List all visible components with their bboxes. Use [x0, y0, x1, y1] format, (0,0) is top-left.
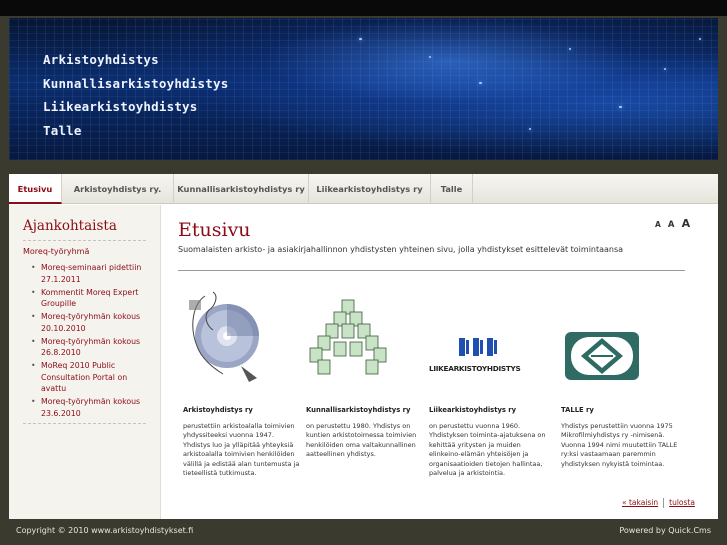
org-name: Liikearkistoyhdistys ry [429, 406, 517, 414]
banner-light [359, 38, 362, 40]
tab-liikearkistoyhdistys[interactable]: Liikearkistoyhdistys ry [309, 174, 431, 204]
org-description: on perustettu 1980. Yhdistys on kuntien … [306, 422, 417, 459]
news-item[interactable]: Moreq-työryhmän kokous 23.6.2010 [29, 396, 146, 419]
font-size-small-button[interactable]: A [655, 220, 661, 229]
banner-links: Arkistoyhdistys Kunnallisarkistoyhdistys… [43, 48, 228, 142]
banner-light [569, 48, 571, 50]
org-description: perustettiin arkistoalalla toimivien yhd… [183, 422, 300, 478]
org-column-talle: TALLE ry Yhdistys perustettiin vuonna 19… [561, 286, 679, 469]
page-lead: Suomalaisten arkisto- ja asiakirjahallin… [178, 245, 624, 254]
link-separator [663, 498, 665, 508]
news-item[interactable]: Moreq-seminaari pidettiin 27.1.2011 [29, 262, 146, 285]
cd-face-logo-icon[interactable] [183, 286, 301, 386]
tab-talle[interactable]: Talle [431, 174, 473, 204]
banner-light [479, 82, 482, 84]
font-size-controls: A A A [655, 212, 692, 231]
top-bar [0, 0, 727, 16]
tab-arkistoyhdistys[interactable]: Arkistoyhdistys ry. [62, 174, 174, 204]
org-column-arkistoyhdistys: Arkistoyhdistys ry perustettiin arkistoa… [183, 286, 301, 478]
banner-light [619, 106, 622, 108]
org-name: Kunnallisarkistoyhdistys ry [306, 406, 411, 414]
news-item[interactable]: Moreq-työryhmän kokous 20.10.2010 [29, 311, 146, 334]
footer: Copyright © 2010 www.arkistoyhdistykset.… [0, 519, 727, 545]
footer-copyright: Copyright © 2010 www.arkistoyhdistykset.… [16, 526, 194, 535]
main-nav: Etusivu Arkistoyhdistys ry. Kunnallisark… [9, 174, 718, 204]
content-divider [178, 270, 685, 271]
org-name: TALLE ry [561, 406, 594, 414]
back-link[interactable]: « takaisin [622, 498, 658, 507]
liike-bars-logo-icon[interactable]: LIIKEARKISTOYHDISTYS [429, 286, 547, 386]
print-link[interactable]: tulosta [669, 498, 695, 507]
sidebar-divider [23, 423, 146, 424]
org-description: Yhdistys perustettiin vuonna 1975 Mikrof… [561, 422, 678, 468]
banner-link-arkistoyhdistys[interactable]: Arkistoyhdistys [43, 48, 228, 72]
banner-link-kunnallisarkistoyhdistys[interactable]: Kunnallisarkistoyhdistys [43, 72, 228, 96]
header-banner: Arkistoyhdistys Kunnallisarkistoyhdistys… [9, 18, 718, 160]
news-list: Moreq-seminaari pidettiin 27.1.2011 Komm… [23, 262, 146, 419]
stacked-documents-logo-icon[interactable] [306, 286, 424, 386]
banner-light [429, 56, 431, 58]
banner-light [664, 68, 666, 70]
banner-light [699, 38, 701, 40]
tab-etusivu[interactable]: Etusivu [9, 174, 62, 204]
banner-link-talle[interactable]: Talle [43, 119, 228, 143]
liike-logo-text: LIIKEARKISTOYHDISTYS [429, 364, 521, 373]
org-column-kunnallisarkistoyhdistys: Kunnallisarkistoyhdistys ry on perustett… [306, 286, 424, 460]
footer-powered-by[interactable]: Powered by Quick.Cms [619, 526, 711, 535]
sidebar-category-link[interactable]: Moreq-työryhmä [23, 247, 146, 256]
content-page: Etusivu Arkistoyhdistys ry. Kunnallisark… [9, 174, 718, 519]
news-item[interactable]: MoReq 2010 Public Consultation Portal on… [29, 360, 146, 395]
font-size-large-button[interactable]: A [682, 217, 691, 230]
org-column-liikearkistoyhdistys: LIIKEARKISTOYHDISTYS Liikearkistoyhdisty… [429, 286, 547, 478]
banner-link-liikearkistoyhdistys[interactable]: Liikearkistoyhdistys [43, 95, 228, 119]
font-size-medium-button[interactable]: A [668, 220, 675, 230]
talle-diamond-logo-icon[interactable] [561, 286, 679, 386]
page-title: Etusivu [178, 219, 251, 241]
sidebar-title: Ajankohtaista [23, 218, 146, 241]
banner-light [529, 128, 531, 130]
news-item[interactable]: Kommentit Moreq Expert Groupille [29, 287, 146, 310]
page-actions: « takaisin tulosta [622, 498, 695, 508]
news-item[interactable]: Moreq-työryhmän kokous 26.8.2010 [29, 336, 146, 359]
org-description: on perustettu vuonna 1960. Yhdistyksen t… [429, 422, 546, 478]
sidebar: Ajankohtaista Moreq-työryhmä Moreq-semin… [9, 205, 161, 519]
org-name: Arkistoyhdistys ry [183, 406, 253, 414]
tab-kunnallisarkistoyhdistys[interactable]: Kunnallisarkistoyhdistys ry [174, 174, 309, 204]
